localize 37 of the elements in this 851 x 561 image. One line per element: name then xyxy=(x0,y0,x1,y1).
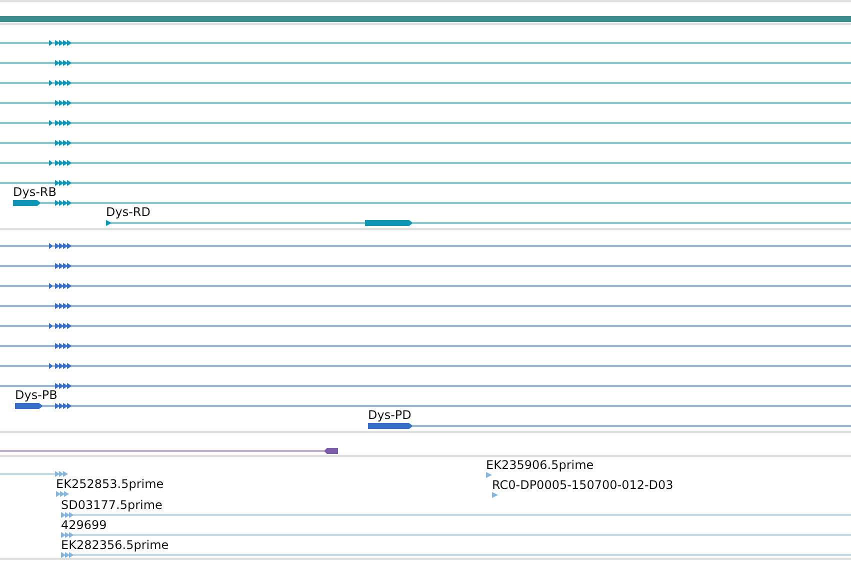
strand-arrows-icon xyxy=(55,60,72,66)
feature-label: RC0-DP0005-150700-012-D03 xyxy=(492,478,674,492)
strand-arrows-icon xyxy=(49,80,72,86)
feature-label: EK235906.5prime xyxy=(486,458,594,472)
strand-arrows-icon xyxy=(49,283,72,289)
strand-arrows-icon xyxy=(55,471,68,477)
strand-arrows-icon xyxy=(55,140,72,146)
feature-label: Dys-RB xyxy=(13,185,56,199)
strand-arrows-icon xyxy=(49,40,72,46)
strand-arrows-icon xyxy=(61,532,74,538)
arrow-icon xyxy=(106,220,112,226)
arrow-icon xyxy=(492,492,498,498)
feature-label: Dys-PD xyxy=(368,408,412,422)
feature-label: SD03177.5prime xyxy=(61,498,162,512)
strand-arrows-icon xyxy=(55,180,72,186)
strand-arrows-icon xyxy=(55,200,72,206)
strand-arrows-icon xyxy=(61,512,74,518)
strand-arrows-icon xyxy=(49,120,72,126)
strand-arrows-icon xyxy=(49,363,72,369)
strand-arrows-icon xyxy=(55,403,72,409)
strand-arrows-icon xyxy=(55,263,72,269)
strand-arrows-icon xyxy=(55,383,72,389)
exon-bar xyxy=(368,423,413,429)
strand-arrows-icon xyxy=(55,100,72,106)
strand-arrows-icon xyxy=(61,552,74,558)
strand-arrows-icon xyxy=(55,343,72,349)
strand-arrows-icon xyxy=(55,303,72,309)
feature-label: Dys-PB xyxy=(15,388,58,402)
strand-arrows-icon xyxy=(56,491,69,497)
strand-arrows-icon xyxy=(49,160,72,166)
strand-arrows-icon xyxy=(49,323,72,329)
exon-bar xyxy=(365,220,413,226)
feature-label: Dys-RD xyxy=(106,205,151,219)
feature-label: EK282356.5prime xyxy=(61,538,169,552)
feature-label: EK252853.5prime xyxy=(56,477,164,491)
feature-label: 429699 xyxy=(61,518,107,532)
strand-arrows-icon xyxy=(49,243,72,249)
